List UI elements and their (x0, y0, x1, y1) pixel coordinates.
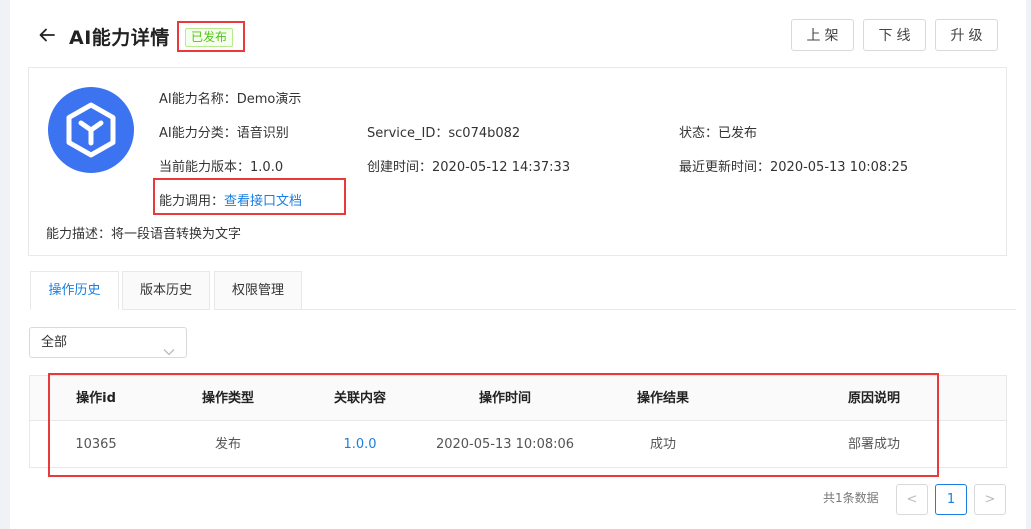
next-page-button[interactable]: > (974, 484, 1006, 515)
prev-page-button[interactable]: < (896, 484, 928, 515)
status-label: 状态： (679, 126, 719, 141)
updated-time-value: 2020-05-13 10:08:25 (770, 160, 909, 175)
created-time-label: 创建时间： (367, 160, 433, 175)
service-id-value: sc074b082 (448, 126, 521, 141)
chevron-down-icon (163, 338, 175, 356)
take-offline-button[interactable]: 下线 (863, 19, 926, 51)
ai-category-field: AI能力分类：语音识别 (159, 122, 289, 141)
updated-time-field: 最近更新时间：2020-05-13 10:08:25 (679, 156, 908, 175)
ai-capability-logo-icon (48, 87, 134, 173)
page: AI能力详情 已发布 上架 下线 升级 AI能力名称：Demo演示 AI能力分类… (10, 0, 1026, 529)
ai-name-label: AI能力名称： (159, 92, 237, 107)
chevron-right-icon: > (984, 492, 996, 507)
status-field: 状态：已发布 (679, 122, 757, 141)
table-highlight-box (48, 373, 939, 477)
ai-category-label: AI能力分类： (159, 126, 237, 141)
info-card: AI能力名称：Demo演示 AI能力分类：语音识别 Service_ID：sc0… (28, 67, 1007, 256)
filter-selected-value: 全部 (41, 335, 68, 350)
status-value: 已发布 (718, 126, 758, 141)
version-label: 当前能力版本： (159, 160, 251, 175)
updated-time-label: 最近更新时间： (679, 160, 771, 175)
up-shelf-button[interactable]: 上架 (791, 19, 854, 51)
description-label: 能力描述： (46, 227, 112, 242)
description-value: 将一段语音转换为文字 (111, 227, 242, 242)
created-time-value: 2020-05-12 14:37:33 (432, 160, 571, 175)
ai-name-value: Demo演示 (236, 92, 302, 107)
service-id-label: Service_ID： (367, 126, 449, 141)
upgrade-button[interactable]: 升级 (935, 19, 998, 51)
tab-operation-history[interactable]: 操作历史 (30, 271, 119, 310)
page-title: AI能力详情 (69, 27, 170, 49)
capability-call-highlight-box (153, 178, 346, 215)
tab-divider (302, 309, 1016, 310)
ai-category-value: 语音识别 (236, 126, 289, 141)
ai-name-field: AI能力名称：Demo演示 (159, 88, 301, 107)
back-arrow-icon[interactable] (37, 25, 57, 45)
service-id-field: Service_ID：sc074b082 (367, 122, 520, 141)
status-badge-highlight-box (177, 21, 245, 52)
created-time-field: 创建时间：2020-05-12 14:37:33 (367, 156, 570, 175)
page-number-button[interactable]: 1 (935, 484, 967, 515)
tab-permission-management[interactable]: 权限管理 (214, 271, 302, 310)
tab-version-history[interactable]: 版本历史 (122, 271, 210, 310)
chevron-left-icon: < (906, 492, 918, 507)
description-field: 能力描述：将一段语音转换为文字 (46, 223, 241, 242)
operation-filter-select[interactable]: 全部 (29, 327, 187, 358)
version-field: 当前能力版本：1.0.0 (159, 156, 283, 175)
total-count-text: 共1条数据 (823, 491, 879, 505)
version-value: 1.0.0 (250, 160, 284, 175)
